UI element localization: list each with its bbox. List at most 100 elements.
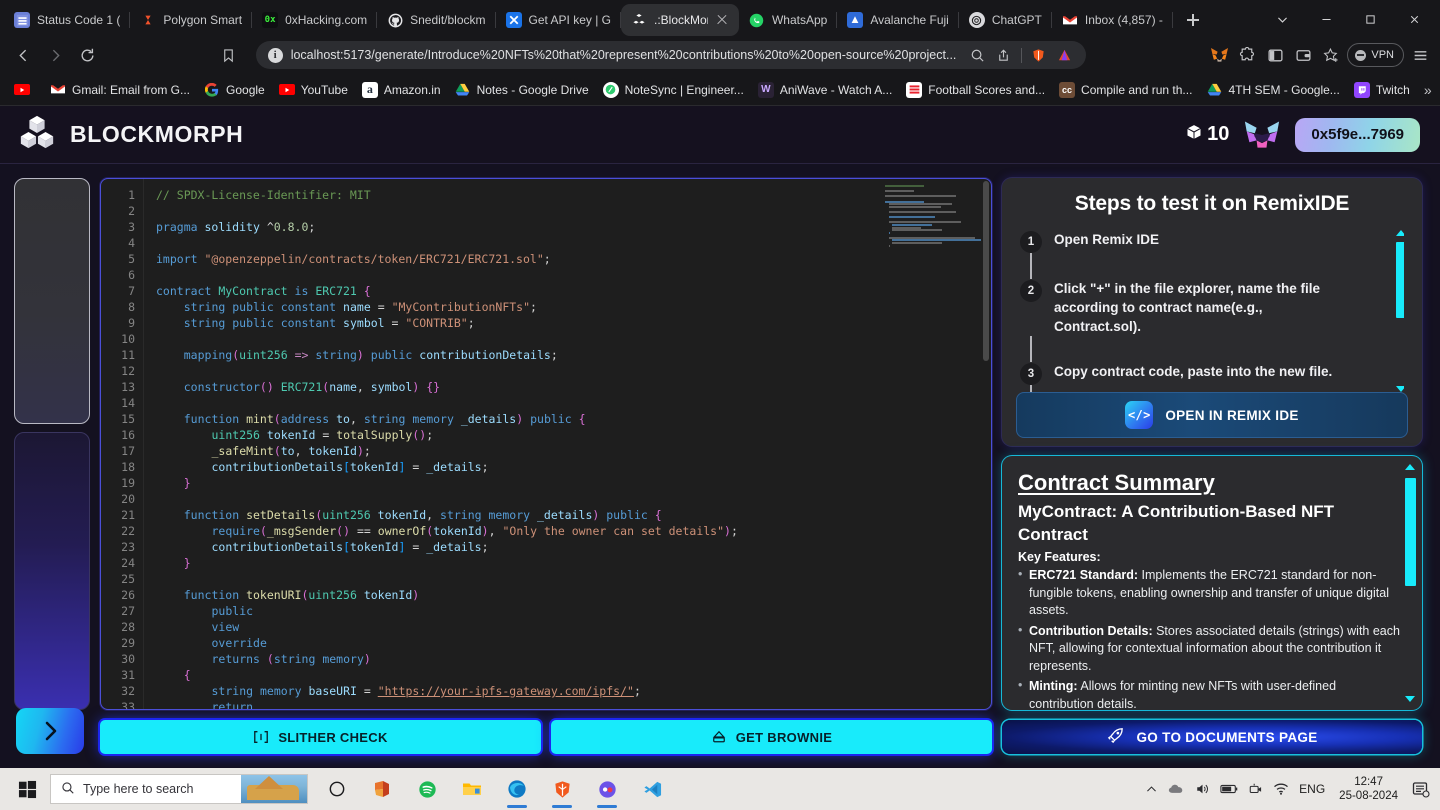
- metamask-fox-icon[interactable]: [1243, 118, 1281, 152]
- sidebar-expand-button[interactable]: [16, 708, 84, 754]
- bookmarks-overflow-icon[interactable]: »: [1418, 82, 1438, 98]
- close-window-button[interactable]: [1392, 4, 1436, 34]
- action-center-icon[interactable]: [1412, 781, 1430, 798]
- chevron-right-icon: [38, 719, 62, 743]
- reload-button[interactable]: [72, 41, 102, 69]
- steps-list[interactable]: 1 Open Remix IDE 2 Click "+" in the file…: [1020, 230, 1404, 392]
- get-brownie-button[interactable]: GET BROWNIE: [551, 720, 992, 754]
- bookmark-item[interactable]: cc Compile and run th...: [1053, 79, 1198, 101]
- maximize-button[interactable]: [1348, 4, 1392, 34]
- browser-tab-0xhacking[interactable]: 0x 0xHacking.com: [252, 4, 378, 36]
- cortana-icon[interactable]: [316, 769, 358, 809]
- brave-wallet-icon[interactable]: [1291, 43, 1315, 67]
- scroll-up-arrow-icon[interactable]: [1396, 230, 1404, 236]
- bookmark-label: Twitch: [1375, 82, 1410, 97]
- show-hidden-icons-chevron-icon[interactable]: [1145, 783, 1158, 796]
- camera-icon[interactable]: [1248, 782, 1263, 796]
- forward-button[interactable]: [40, 41, 70, 69]
- back-button[interactable]: [8, 41, 38, 69]
- bookmark-item[interactable]: Notes - Google Drive: [449, 79, 595, 101]
- steps-scroll-thumb[interactable]: [1395, 242, 1404, 318]
- go-to-documents-button[interactable]: GO TO DOCUMENTS PAGE: [1002, 720, 1422, 754]
- bookmark-item[interactable]: a Amazon.in: [356, 79, 447, 101]
- close-icon[interactable]: [715, 13, 729, 27]
- steps-scrollbar[interactable]: [1394, 230, 1404, 392]
- brand[interactable]: BLOCKMORPH: [18, 113, 243, 156]
- browser-tab-get-api-key[interactable]: Get API key | G: [496, 4, 621, 36]
- bookmark-item[interactable]: Football Scores and...: [900, 79, 1051, 101]
- bookmark-item[interactable]: Google: [198, 79, 271, 101]
- discord-icon[interactable]: [586, 769, 628, 809]
- code-line: view: [211, 620, 240, 634]
- browser-tab-github[interactable]: Snedit/blockm: [377, 4, 496, 36]
- spotify-icon[interactable]: [406, 769, 448, 809]
- bookmark-item[interactable]: W AniWave - Watch A...: [752, 79, 898, 101]
- slither-check-button[interactable]: SLITHER CHECK: [100, 720, 541, 754]
- metamask-extension-icon[interactable]: [1207, 43, 1231, 67]
- file-explorer-icon[interactable]: [451, 769, 493, 809]
- line-number: 30: [121, 652, 135, 666]
- share-icon[interactable]: [995, 48, 1013, 63]
- code-area: 1 2 3 4 5 6 7 8 9 10 11 12 13 14 15 16 17 18 19 20 21 22 23 24 2…: [101, 179, 991, 709]
- wallet-address-pill[interactable]: 0x5f9e...7969: [1295, 117, 1420, 152]
- bookmark-this-page-icon[interactable]: [214, 41, 244, 69]
- bookmark-item[interactable]: Twitch: [1348, 79, 1416, 101]
- bookmark-item[interactable]: 4TH SEM - Google...: [1200, 79, 1345, 101]
- browser-tab-polygon[interactable]: Polygon Smart: [130, 4, 252, 36]
- taskbar-search-input[interactable]: Type here to search: [50, 774, 308, 804]
- new-tab-button[interactable]: [1179, 6, 1207, 34]
- sidebar-toggle-icon[interactable]: [1263, 43, 1287, 67]
- browser-tab-gmail-inbox[interactable]: Inbox (4,857) -: [1052, 4, 1173, 36]
- leo-ai-icon[interactable]: [1056, 48, 1074, 63]
- browser-tab-chatgpt[interactable]: ChatGPT: [959, 4, 1052, 36]
- editor-scrollbar[interactable]: [983, 181, 989, 707]
- site-info-icon[interactable]: i: [267, 47, 283, 63]
- gemini-icon: [505, 12, 522, 28]
- brave-shields-icon[interactable]: [1030, 48, 1048, 63]
- wifi-icon[interactable]: [1273, 782, 1289, 796]
- code-lines[interactable]: // SPDX-License-Identifier: MIT pragma s…: [143, 179, 991, 709]
- editor-minimap[interactable]: [885, 185, 981, 247]
- sidebar-panel-top[interactable]: [14, 178, 90, 424]
- bookmark-item[interactable]: NoteSync | Engineer...: [597, 79, 750, 101]
- summary-scroll-thumb[interactable]: [1404, 478, 1416, 586]
- search-icon[interactable]: [969, 48, 987, 63]
- browser-menu-icon[interactable]: [1408, 43, 1432, 67]
- line-number: 14: [121, 396, 135, 410]
- bookmark-item[interactable]: [8, 81, 42, 98]
- sidebar-panel-bottom[interactable]: [14, 432, 90, 710]
- brave-icon[interactable]: [541, 769, 583, 809]
- extensions-puzzle-icon[interactable]: [1235, 43, 1259, 67]
- scroll-down-arrow-icon[interactable]: [1396, 386, 1404, 392]
- chevron-down-icon[interactable]: [1260, 4, 1304, 34]
- address-bar[interactable]: i localhost:5173/generate/Introduce%20NF…: [255, 41, 1086, 69]
- code-editor[interactable]: 1 2 3 4 5 6 7 8 9 10 11 12 13 14 15 16 17 18 19 20 21 22 23 24 2…: [100, 178, 992, 710]
- browser-tab-avalanche[interactable]: Avalanche Fuji: [837, 4, 959, 36]
- summary-scrollbar[interactable]: [1403, 464, 1417, 702]
- volume-icon[interactable]: [1195, 782, 1210, 796]
- browser-tab-blockmorph[interactable]: .:BlockMor: [620, 4, 739, 36]
- line-number: 31: [121, 668, 135, 682]
- bookmark-item[interactable]: YouTube: [273, 80, 354, 100]
- step-connector: [1020, 385, 1042, 392]
- vscode-icon[interactable]: [631, 769, 673, 809]
- line-number: 23: [121, 540, 135, 554]
- onedrive-icon[interactable]: [1168, 783, 1185, 796]
- browser-tab-status-code[interactable]: Status Code 1 (: [4, 4, 131, 36]
- language-indicator[interactable]: ENG: [1299, 782, 1325, 796]
- clock-time: 12:47: [1354, 776, 1383, 788]
- edge-icon[interactable]: [496, 769, 538, 809]
- browser-tab-whatsapp[interactable]: WhatsApp: [739, 4, 838, 36]
- vpn-button[interactable]: VPN: [1347, 43, 1404, 67]
- scroll-down-arrow-icon[interactable]: [1405, 696, 1415, 702]
- taskbar-clock[interactable]: 12:47 25-08-2024: [1335, 775, 1402, 803]
- navigation-bar: i localhost:5173/generate/Introduce%20NF…: [0, 36, 1440, 74]
- bookmark-item[interactable]: Gmail: Email from G...: [44, 79, 196, 101]
- open-in-remix-ide-button[interactable]: </> OPEN IN REMIX IDE: [1016, 392, 1408, 438]
- add-bookmark-star-icon[interactable]: [1319, 43, 1343, 67]
- scroll-up-arrow-icon[interactable]: [1405, 464, 1415, 470]
- office-icon[interactable]: [361, 769, 403, 809]
- battery-icon[interactable]: [1220, 783, 1238, 795]
- start-button[interactable]: [4, 768, 50, 810]
- minimize-button[interactable]: [1304, 4, 1348, 34]
